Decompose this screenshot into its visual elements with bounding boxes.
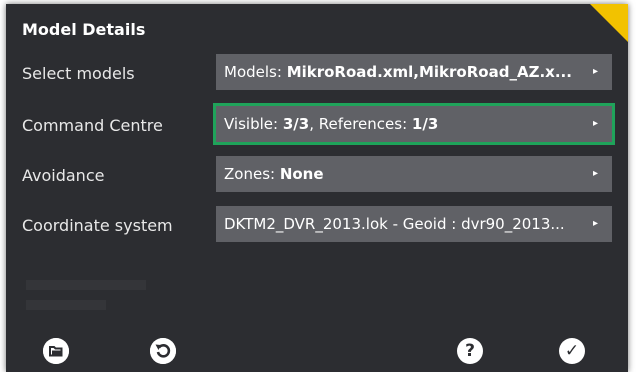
command-centre-references-prefix: , References: bbox=[309, 115, 412, 133]
undo-button[interactable] bbox=[150, 338, 176, 364]
ok-button[interactable]: ✓ bbox=[559, 338, 585, 364]
select-models-prefix: Models: bbox=[224, 63, 287, 81]
dialog-title: Model Details bbox=[22, 20, 146, 39]
coordinate-system-label: Coordinate system bbox=[22, 216, 173, 235]
placeholder-strip bbox=[26, 300, 106, 310]
select-models-value: MikroRoad.xml,MikroRoad_AZ.x... bbox=[286, 63, 572, 81]
folder-icon bbox=[43, 338, 69, 364]
folder-button[interactable] bbox=[43, 338, 69, 364]
command-centre-references-value: 1/3 bbox=[411, 115, 439, 133]
placeholder-strip bbox=[26, 280, 146, 290]
corner-marker bbox=[590, 4, 628, 42]
avoidance-prefix: Zones: bbox=[224, 165, 280, 183]
avoidance-arrow-icon: ▸ bbox=[592, 168, 598, 179]
command-centre-label: Command Centre bbox=[22, 116, 163, 135]
command-centre-arrow-icon: ▸ bbox=[592, 118, 598, 129]
select-models-field[interactable]: Models: MikroRoad.xml,MikroRoad_AZ.x... … bbox=[216, 54, 612, 90]
select-models-label: Select models bbox=[22, 64, 135, 83]
undo-icon bbox=[150, 338, 176, 364]
command-centre-visible-value: 3/3 bbox=[282, 115, 310, 133]
avoidance-value: None bbox=[279, 165, 324, 183]
help-button[interactable]: ? bbox=[457, 338, 483, 364]
select-models-arrow-icon: ▸ bbox=[592, 66, 598, 77]
model-details-dialog: Model Details Select models Models: Mikr… bbox=[6, 4, 628, 372]
avoidance-field[interactable]: Zones: None ▸ bbox=[216, 156, 612, 192]
command-centre-visible-prefix: Visible: bbox=[224, 115, 283, 133]
coordinate-system-value: DKTM2_DVR_2013.lok - Geoid : dvr90_2013.… bbox=[224, 215, 565, 233]
avoidance-label: Avoidance bbox=[22, 166, 105, 185]
command-centre-field[interactable]: Visible: 3/3, References: 1/3 ▸ bbox=[213, 103, 615, 145]
coordinate-system-arrow-icon: ▸ bbox=[592, 218, 598, 229]
coordinate-system-field[interactable]: DKTM2_DVR_2013.lok - Geoid : dvr90_2013.… bbox=[216, 206, 612, 242]
